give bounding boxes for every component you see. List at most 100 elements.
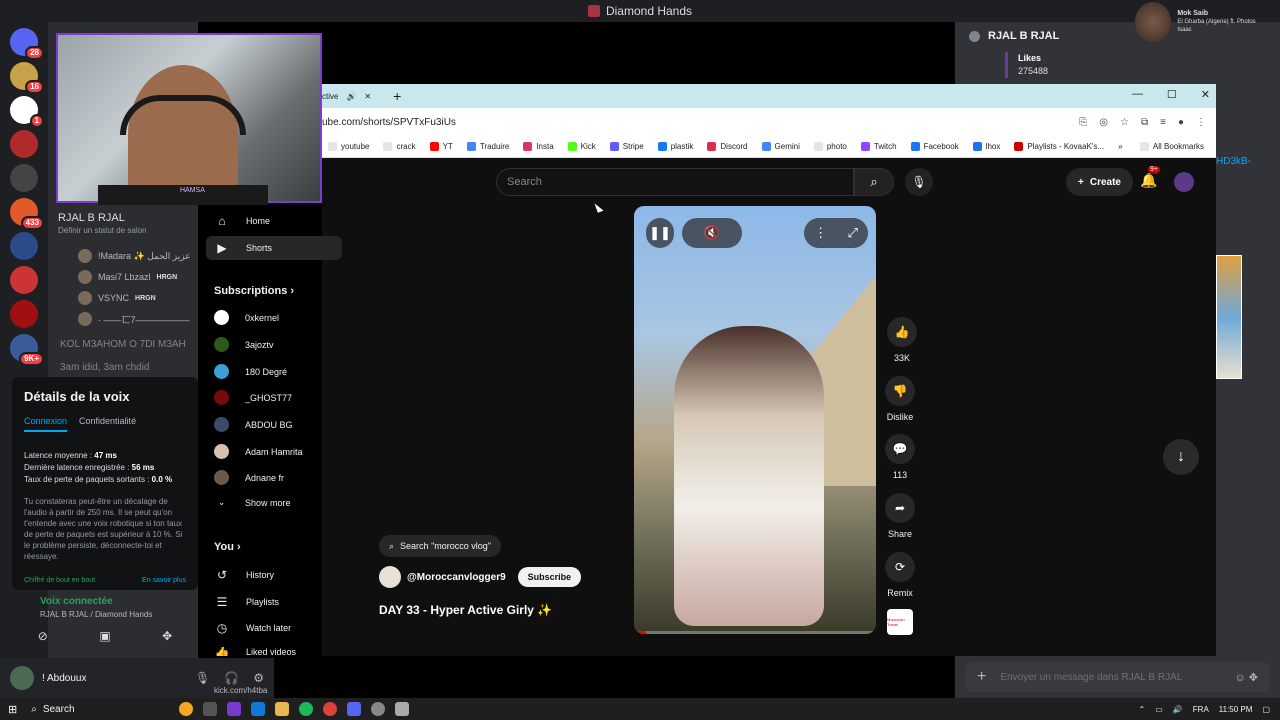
screen-share-icon[interactable]: ▣: [99, 629, 110, 643]
cast-icon[interactable]: ⎘: [1079, 117, 1087, 128]
server-icon[interactable]: [10, 300, 38, 328]
fullscreen-icon[interactable]: ⤢: [847, 225, 857, 241]
bookmark[interactable]: Stripe: [609, 142, 644, 151]
thumbs-up-icon[interactable]: 👍: [887, 317, 917, 347]
close-window-icon[interactable]: ✕: [1201, 88, 1210, 101]
server-icon[interactable]: 433: [10, 198, 44, 230]
server-icon[interactable]: [10, 164, 38, 192]
server-icon[interactable]: 16: [10, 62, 44, 94]
dislike-action[interactable]: 👎 Dislike: [883, 376, 917, 422]
weather-icon[interactable]: [179, 702, 194, 716]
sound-thumbnail[interactable]: Moroccan Travel: [887, 609, 913, 635]
bookmark[interactable]: Insta: [523, 142, 554, 151]
share-action[interactable]: ➦ Share: [883, 493, 917, 539]
chat-image[interactable]: [1216, 255, 1242, 379]
mute-button[interactable]: 🔇: [682, 218, 742, 248]
thumbs-down-icon[interactable]: 👎: [885, 376, 915, 406]
subscription-item[interactable]: 0xkernel: [214, 310, 279, 325]
message-input[interactable]: + Envoyer un message dans RJAL B RJAL ☺ …: [965, 662, 1270, 692]
file-explorer-icon[interactable]: [275, 702, 290, 716]
emoji-icon[interactable]: ☺ ✥: [1234, 671, 1258, 684]
browser-tab[interactable]: ctive 🔊 ✕: [322, 92, 371, 101]
remix-action[interactable]: ⟳ Remix: [883, 552, 917, 598]
camera-off-icon[interactable]: ⊘: [38, 629, 48, 643]
search-input[interactable]: Search: [496, 168, 854, 196]
bookmark[interactable]: youtube: [328, 142, 369, 151]
taskbar-search[interactable]: ⌕ Search: [31, 700, 163, 718]
server-icon[interactable]: [10, 232, 38, 260]
bookmark[interactable]: Kick: [567, 142, 596, 151]
pause-button[interactable]: ❚❚: [646, 218, 674, 248]
extensions-icon[interactable]: ⧉: [1141, 117, 1148, 128]
bookmark[interactable]: crack: [383, 142, 416, 151]
create-button[interactable]: + Create: [1066, 168, 1133, 196]
voice-connected-sub[interactable]: RJAL B RJAL / Diamond Hands: [40, 610, 198, 619]
speaker-icon[interactable]: 🔊: [346, 92, 356, 101]
subscription-item[interactable]: 3ajoztv: [214, 337, 274, 352]
new-tab-icon[interactable]: +: [393, 88, 401, 104]
volume-icon[interactable]: 🔊: [1173, 705, 1183, 714]
clock[interactable]: 11:50 PM: [1219, 705, 1253, 714]
maximize-icon[interactable]: ☐: [1167, 88, 1177, 101]
activities-icon[interactable]: ✥: [162, 629, 172, 643]
voice-user[interactable]: !Madara ✨ عزيز الحمل: [78, 249, 191, 263]
media-icon[interactable]: ≡: [1160, 117, 1166, 128]
server-icon[interactable]: 1: [10, 96, 44, 128]
chevron-up-icon[interactable]: ⌃: [1139, 705, 1146, 714]
bookmark[interactable]: lhox: [972, 142, 1000, 151]
tab-privacy[interactable]: Confidentialité: [79, 416, 136, 432]
bookmark[interactable]: Discord: [707, 142, 748, 151]
share-icon[interactable]: ➦: [885, 493, 915, 523]
nav-watch-later[interactable]: ◷ Watch later: [214, 621, 291, 635]
task-view-icon[interactable]: [203, 702, 218, 716]
chrome-icon[interactable]: [323, 702, 338, 716]
comments-action[interactable]: 💬 113: [883, 434, 917, 480]
server-icon[interactable]: [10, 130, 38, 158]
app-icon[interactable]: [395, 702, 410, 716]
all-bookmarks[interactable]: All Bookmarks: [1139, 142, 1204, 151]
search-suggestion-chip[interactable]: ⌕ Search "morocco vlog": [379, 535, 501, 557]
server-icon[interactable]: [10, 266, 38, 294]
channel-avatar[interactable]: [379, 566, 401, 588]
bookmark[interactable]: Playlists - KovaaK's...: [1014, 142, 1104, 151]
nav-liked-videos[interactable]: 👍 Liked videos: [214, 647, 297, 656]
subscription-item[interactable]: _GHOST77: [214, 390, 292, 405]
star-icon[interactable]: ☆: [1120, 117, 1129, 128]
voice-user[interactable]: VSYNC HRGN: [78, 291, 156, 305]
shorts-video-player[interactable]: ❚❚ 🔇 ⋮ ⤢: [634, 206, 876, 634]
notification-center-icon[interactable]: ▢: [1262, 705, 1270, 714]
mic-icon[interactable]: 🎙: [195, 671, 210, 685]
minimize-icon[interactable]: —: [1132, 88, 1143, 101]
headphones-icon[interactable]: 🎧: [224, 671, 239, 685]
add-attachment-icon[interactable]: +: [977, 668, 986, 686]
edge-icon[interactable]: [251, 702, 266, 716]
network-icon[interactable]: ▭: [1155, 705, 1163, 714]
bookmark[interactable]: photo: [813, 142, 847, 151]
bookmark[interactable]: Traduire: [466, 142, 509, 151]
voice-user[interactable]: Masi7 Lbzazl HRGN: [78, 270, 177, 284]
subscriptions-header[interactable]: Subscriptions ›: [214, 285, 294, 297]
nav-home[interactable]: ⌂ Home: [214, 214, 270, 228]
address-bar[interactable]: ube.com/shorts/SPVTxFu3iUs ⎘ ◎ ☆ ⧉ ≡ ● ⋮: [322, 108, 1216, 136]
spotify-icon[interactable]: [299, 702, 314, 716]
obs-icon[interactable]: [371, 702, 386, 716]
subscription-item[interactable]: Adnane fr: [214, 470, 284, 485]
video-progress-bar[interactable]: [634, 631, 876, 634]
subscription-item[interactable]: 180 Degré: [214, 364, 287, 379]
bookmark[interactable]: Facebook: [910, 142, 959, 151]
like-action[interactable]: 👍 33K: [885, 317, 919, 363]
close-tab-icon[interactable]: ✕: [364, 92, 371, 101]
bookmark[interactable]: Gemini: [761, 142, 800, 151]
notifications-button[interactable]: 🔔 9+: [1140, 166, 1160, 189]
discord-icon[interactable]: [347, 702, 362, 716]
avatar[interactable]: [10, 666, 34, 690]
settings-gear-icon[interactable]: ⚙: [253, 671, 264, 685]
bookmark[interactable]: Twitch: [860, 142, 897, 151]
profile-icon[interactable]: ●: [1178, 117, 1184, 128]
comment-icon[interactable]: 💬: [885, 434, 915, 464]
more-bookmarks-icon[interactable]: »: [1118, 142, 1122, 151]
remix-icon[interactable]: ⟳: [885, 552, 915, 582]
learn-more-link[interactable]: En savoir plus: [142, 577, 186, 584]
dm-home-icon[interactable]: 28: [10, 28, 44, 60]
subscription-item[interactable]: ABDOU BG: [214, 417, 293, 432]
